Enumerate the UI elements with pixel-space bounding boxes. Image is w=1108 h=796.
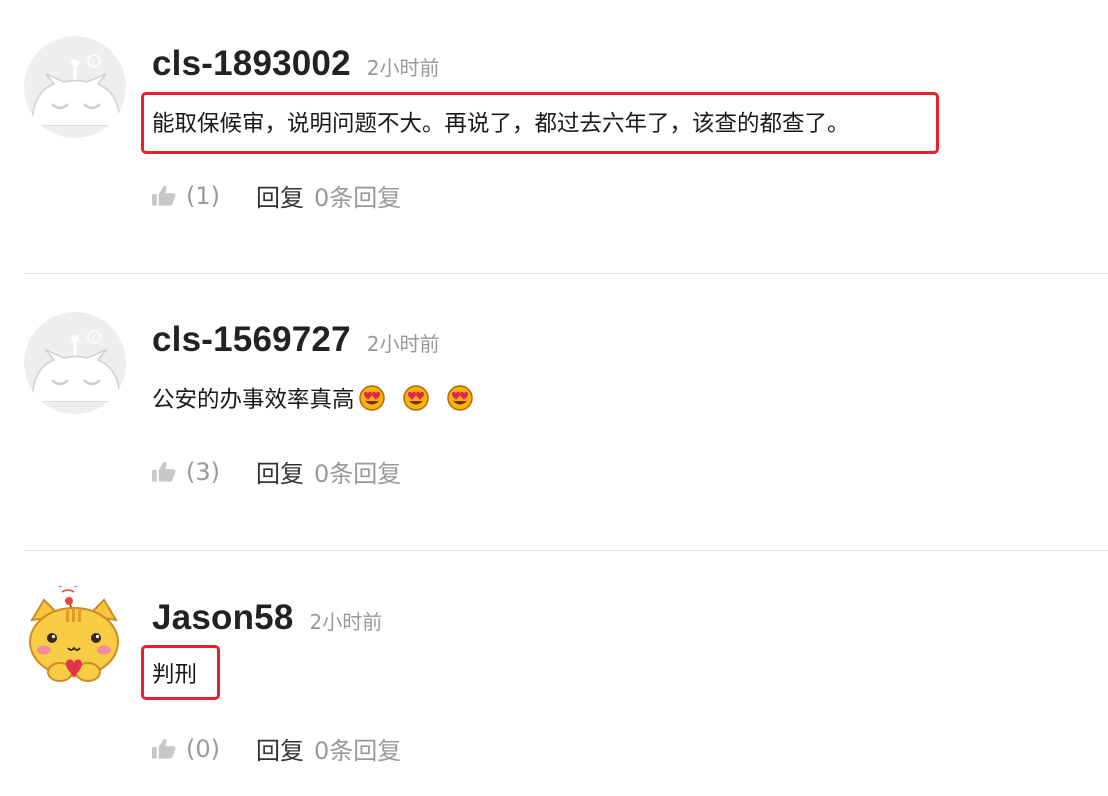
heart-eyes-emoji-icon bbox=[402, 385, 429, 411]
reply-count-link[interactable]: 0条回复 bbox=[314, 454, 401, 489]
thumbs-up-icon bbox=[152, 185, 176, 206]
username[interactable]: cls-1893002 bbox=[152, 44, 351, 84]
like-count: (1) bbox=[186, 181, 220, 210]
yellow-cat-avatar-icon[interactable] bbox=[22, 586, 126, 690]
default-cat-avatar-icon[interactable] bbox=[24, 36, 126, 138]
comment-header: cls-1569727 2小时前 bbox=[152, 320, 440, 360]
like-count: (0) bbox=[186, 734, 220, 763]
divider bbox=[24, 273, 1108, 274]
reply-count-link[interactable]: 0条回复 bbox=[314, 178, 401, 213]
comment-text: 判刑 bbox=[152, 662, 198, 688]
divider bbox=[24, 550, 1108, 551]
comment-text-row: 公安的办事效率真高 bbox=[152, 382, 473, 414]
comment-header: Jason58 2小时前 bbox=[152, 598, 382, 638]
thumbs-up-icon bbox=[152, 461, 176, 482]
thumbs-up-icon bbox=[152, 738, 176, 759]
like-button[interactable]: (0) bbox=[152, 735, 220, 763]
comment-actions: (3) 回复 0条回复 bbox=[152, 454, 401, 489]
timestamp: 2小时前 bbox=[309, 610, 383, 634]
reply-count-link[interactable]: 0条回复 bbox=[314, 731, 401, 766]
heart-eyes-emoji-icon bbox=[446, 385, 473, 411]
reply-button[interactable]: 回复 bbox=[256, 178, 304, 213]
like-button[interactable]: (3) bbox=[152, 458, 220, 486]
reply-button[interactable]: 回复 bbox=[256, 454, 304, 489]
timestamp: 2小时前 bbox=[366, 56, 440, 80]
like-count: (3) bbox=[186, 457, 220, 486]
comment-header: cls-1893002 2小时前 bbox=[152, 44, 440, 84]
comment-actions: (0) 回复 0条回复 bbox=[152, 731, 401, 766]
comment-actions: (1) 回复 0条回复 bbox=[152, 178, 401, 213]
like-button[interactable]: (1) bbox=[152, 182, 220, 210]
comment-text: 能取保候审，说明问题不大。再说了，都过去六年了，该查的都查了。 bbox=[152, 111, 850, 137]
default-cat-avatar-icon[interactable] bbox=[24, 312, 126, 414]
username[interactable]: Jason58 bbox=[152, 598, 294, 638]
reply-button[interactable]: 回复 bbox=[256, 731, 304, 766]
comment-text: 公安的办事效率真高 bbox=[152, 387, 355, 413]
timestamp: 2小时前 bbox=[366, 332, 440, 356]
username[interactable]: cls-1569727 bbox=[152, 320, 351, 360]
heart-eyes-emoji-icon bbox=[358, 385, 385, 411]
